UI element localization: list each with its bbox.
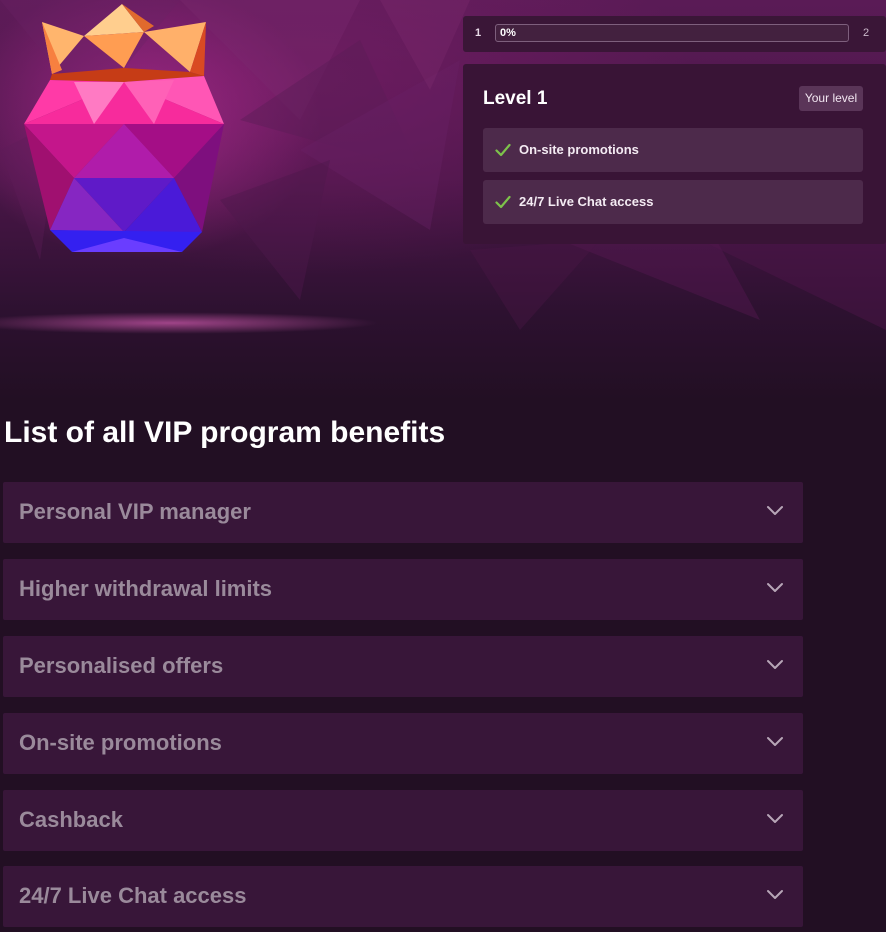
benefit-accordion-item[interactable]: Personalised offers bbox=[3, 636, 803, 697]
benefit-label: Higher withdrawal limits bbox=[19, 576, 273, 601]
benefit-label: Personal VIP manager bbox=[19, 499, 251, 524]
benefit-accordion-item[interactable]: On-site promotions bbox=[3, 713, 803, 774]
benefit-label: Cashback bbox=[19, 807, 123, 832]
current-level-card: Level 1 Your level On-site promotions 24… bbox=[463, 64, 886, 244]
level-perk-item: 24/7 Live Chat access bbox=[483, 180, 863, 224]
current-level-number: 1 bbox=[475, 27, 482, 39]
level-perk-item: On-site promotions bbox=[483, 128, 863, 172]
chevron-down-icon[interactable] bbox=[766, 813, 784, 824]
benefit-accordion-item[interactable]: 24/7 Live Chat access bbox=[3, 866, 803, 927]
benefit-accordion-item[interactable]: Personal VIP manager bbox=[3, 482, 803, 543]
next-level-number: 2 bbox=[863, 27, 870, 39]
chevron-down-icon[interactable] bbox=[766, 659, 784, 670]
chevron-down-icon[interactable] bbox=[766, 582, 784, 593]
benefit-accordion-item[interactable]: Higher withdrawal limits bbox=[3, 559, 803, 620]
chevron-down-icon[interactable] bbox=[766, 505, 784, 516]
level-title: Level 1 bbox=[483, 88, 548, 109]
benefit-label: 24/7 Live Chat access bbox=[19, 883, 247, 908]
level-progress-bar: 0% bbox=[495, 24, 849, 42]
check-icon bbox=[495, 195, 511, 209]
check-icon bbox=[495, 143, 511, 157]
benefits-section-heading: List of all VIP program benefits bbox=[4, 416, 446, 449]
your-level-badge: Your level bbox=[799, 86, 863, 111]
level-perk-label: On-site promotions bbox=[519, 142, 639, 157]
level-progress-percent: 0% bbox=[500, 27, 516, 39]
benefit-label: Personalised offers bbox=[19, 653, 224, 678]
level-perk-label: 24/7 Live Chat access bbox=[519, 194, 654, 209]
benefit-label: On-site promotions bbox=[19, 730, 222, 755]
level-progress-panel: 1 0% 2 bbox=[463, 16, 886, 52]
chevron-down-icon[interactable] bbox=[766, 889, 784, 900]
vip-crown-gem-icon bbox=[14, 2, 234, 258]
benefit-accordion-item[interactable]: Cashback bbox=[3, 790, 803, 851]
chevron-down-icon[interactable] bbox=[766, 736, 784, 747]
